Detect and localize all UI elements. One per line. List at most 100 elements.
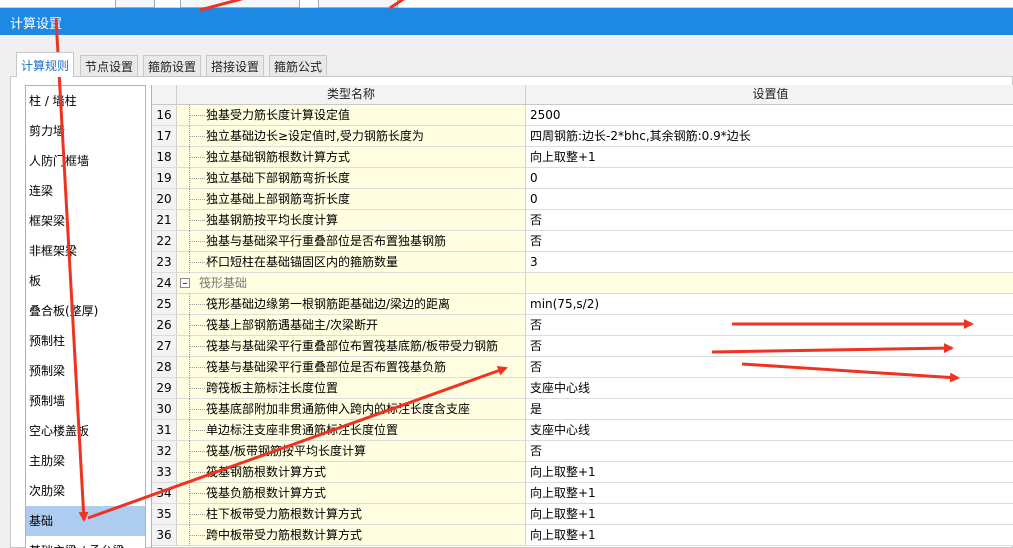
table-row[interactable]: 29 跨筏板主筋标注长度位置 支座中心线 [152,378,1013,399]
sidebar-item-civil-defense-door-wall[interactable]: 人防门框墙 [26,146,145,176]
row-name-cell: 筏基与基础梁平行重叠部位布置筏基底筋/板带受力钢筋 [177,336,526,357]
row-index: 33 [152,462,177,482]
row-name-cell: 独立基础钢筋根数计算方式 [177,147,526,168]
row-name-cell: 筏基上部钢筋遇基础主/次梁断开 [177,315,526,336]
collapse-icon[interactable] [180,278,190,288]
row-index: 31 [152,420,177,440]
row-value-cell[interactable]: 0 [526,168,1013,188]
table-row[interactable]: 18 独立基础钢筋根数计算方式 向上取整+1 [152,147,1013,168]
dialog-titlebar[interactable]: 计算设置 [0,8,1013,35]
tab-stirrup-settings[interactable]: 箍筋设置 [143,55,202,76]
row-value-cell[interactable]: 否 [526,210,1013,230]
row-index: 34 [152,483,177,503]
row-name-cell: 独基受力筋长度计算设定值 [177,105,526,126]
table-row[interactable]: 27 筏基与基础梁平行重叠部位布置筏基底筋/板带受力钢筋 否 [152,336,1013,357]
row-name-label: 筏基/板带钢筋按平均长度计算 [206,444,367,458]
row-value-cell[interactable]: 向上取整+1 [526,147,1013,167]
dialog-body: 计算规则 节点设置 箍筋设置 搭接设置 箍筋公式 柱 / 墙柱 剪力墙 人防门框… [0,35,1013,548]
column-header-name[interactable]: 类型名称 [177,85,526,105]
row-value-cell[interactable]: 否 [526,315,1013,335]
sidebar-item-composite-slab[interactable]: 叠合板(整厚) [26,296,145,326]
sidebar-item-precast-column[interactable]: 预制柱 [26,326,145,356]
row-value-cell[interactable] [526,273,1013,293]
row-name-label: 筏基底部附加非贯通筋伸入跨内的标注长度含支座 [206,402,471,416]
table-row[interactable]: 20 独立基础上部钢筋弯折长度 0 [152,189,1013,210]
row-name-cell: 独立基础边长≥设定值时,受力钢筋长度为 [177,126,526,147]
row-value-cell[interactable]: 否 [526,441,1013,461]
table-row[interactable]: 22 独基与基础梁平行重叠部位是否布置独基钢筋 否 [152,231,1013,252]
table-row[interactable]: 33 筏基钢筋根数计算方式 向上取整+1 [152,462,1013,483]
table-row[interactable]: 30 筏基底部附加非贯通筋伸入跨内的标注长度含支座 是 [152,399,1013,420]
background-window-strip [0,0,1013,8]
sidebar-item-hollow-floor-slab[interactable]: 空心楼盖板 [26,416,145,446]
row-name-cell: 跨筏板主筋标注长度位置 [177,378,526,399]
row-name-cell: 杯口短柱在基础锚固区内的箍筋数量 [177,252,526,273]
row-name-cell: 独立基础下部钢筋弯折长度 [177,168,526,189]
table-row[interactable]: 28 筏基与基础梁平行重叠部位是否布置筏基负筋 否 [152,357,1013,378]
row-name-label: 筏基上部钢筋遇基础主/次梁断开 [206,318,379,332]
row-value-cell[interactable]: 支座中心线 [526,378,1013,398]
dialog-title: 计算设置 [10,17,63,32]
group-row[interactable]: 24 筏形基础 [152,273,1013,294]
tab-calc-rules[interactable]: 计算规则 [16,52,75,77]
row-value-cell[interactable]: 3 [526,252,1013,272]
table-row[interactable]: 25 筏形基础边缘第一根钢筋距基础边/梁边的距离 min(75,s/2) [152,294,1013,315]
row-value-cell[interactable]: 否 [526,336,1013,356]
row-index: 35 [152,504,177,524]
sidebar-item-foundation-main-beam[interactable]: 基础主梁 / 承台梁 [26,536,145,548]
row-value-cell[interactable]: 支座中心线 [526,420,1013,440]
settings-grid[interactable]: 类型名称 设置值 16 独基受力筋长度计算设定值 2500 17 独立基础边长≥设定值时… [151,85,1013,548]
sidebar-item-column[interactable]: 柱 / 墙柱 [26,86,145,116]
sidebar-item-foundation[interactable]: 基础 [26,506,145,536]
row-name-label: 独基受力筋长度计算设定值 [206,108,351,122]
row-value-cell[interactable]: 向上取整+1 [526,462,1013,482]
table-row[interactable]: 36 跨中板带受力筋根数计算方式 向上取整+1 [152,525,1013,546]
row-name-cell: 筏基负筋根数计算方式 [177,483,526,504]
row-name-label: 筏形基础边缘第一根钢筋距基础边/梁边的距离 [206,297,451,311]
sidebar-item-precast-wall[interactable]: 预制墙 [26,386,145,416]
row-value-cell[interactable]: 2500 [526,105,1013,125]
sidebar-item-non-frame-beam[interactable]: 非框架梁 [26,236,145,266]
row-name-cell: 筏基/板带钢筋按平均长度计算 [177,441,526,462]
tab-stirrup-formula[interactable]: 箍筋公式 [269,55,328,76]
sidebar-item-coupling-beam[interactable]: 连梁 [26,176,145,206]
row-value-cell[interactable]: 0 [526,189,1013,209]
row-value-cell[interactable]: 向上取整+1 [526,483,1013,503]
row-name-cell: 独基与基础梁平行重叠部位是否布置独基钢筋 [177,231,526,252]
sidebar-item-main-rib-beam[interactable]: 主肋梁 [26,446,145,476]
table-row[interactable]: 23 杯口短柱在基础锚固区内的箍筋数量 3 [152,252,1013,273]
table-row[interactable]: 17 独立基础边长≥设定值时,受力钢筋长度为 四周钢筋:边长-2*bhc,其余钢筋:… [152,126,1013,147]
table-row[interactable]: 32 筏基/板带钢筋按平均长度计算 否 [152,441,1013,462]
table-row[interactable]: 19 独立基础下部钢筋弯折长度 0 [152,168,1013,189]
column-header-value[interactable]: 设置值 [526,85,1013,105]
sidebar-item-precast-beam[interactable]: 预制梁 [26,356,145,386]
row-value-cell[interactable]: 否 [526,357,1013,377]
row-name-label: 柱下板带受力筋根数计算方式 [206,507,363,521]
grid-rows: 16 独基受力筋长度计算设定值 2500 17 独立基础边长≥设定值时,受力钢筋长度为四… [152,105,1013,546]
tab-lap-settings[interactable]: 搭接设置 [206,55,265,76]
row-value-cell[interactable]: 四周钢筋:边长-2*bhc,其余钢筋:0.9*边长 [526,126,1013,146]
table-row[interactable]: 34 筏基负筋根数计算方式 向上取整+1 [152,483,1013,504]
table-row[interactable]: 21 独基钢筋按平均长度计算 否 [152,210,1013,231]
table-row[interactable]: 35 柱下板带受力筋根数计算方式 向上取整+1 [152,504,1013,525]
row-value-cell[interactable]: 否 [526,231,1013,251]
sidebar-item-secondary-rib-beam[interactable]: 次肋梁 [26,476,145,506]
row-value-cell[interactable]: 向上取整+1 [526,525,1013,545]
component-type-list[interactable]: 柱 / 墙柱 剪力墙 人防门框墙 连梁 框架梁 非框架梁 板 叠合板(整厚) 预… [25,85,146,548]
sidebar-item-frame-beam[interactable]: 框架梁 [26,206,145,236]
row-value-cell[interactable]: 是 [526,399,1013,419]
sidebar-item-slab[interactable]: 板 [26,266,145,296]
row-value-cell[interactable]: min(75,s/2) [526,294,1013,314]
sidebar-item-shear-wall[interactable]: 剪力墙 [26,116,145,146]
table-row[interactable]: 16 独基受力筋长度计算设定值 2500 [152,105,1013,126]
row-name-label: 筏基与基础梁平行重叠部位是否布置筏基负筋 [206,360,447,374]
table-row[interactable]: 31 单边标注支座非贯通筋标注长度位置 支座中心线 [152,420,1013,441]
background-toolbar-fragment [180,0,300,8]
row-value-cell[interactable]: 向上取整+1 [526,504,1013,524]
tab-node-settings[interactable]: 节点设置 [80,55,139,76]
row-index: 29 [152,378,177,398]
row-index: 36 [152,525,177,545]
row-index: 32 [152,441,177,461]
table-row[interactable]: 26 筏基上部钢筋遇基础主/次梁断开 否 [152,315,1013,336]
row-index: 30 [152,399,177,419]
